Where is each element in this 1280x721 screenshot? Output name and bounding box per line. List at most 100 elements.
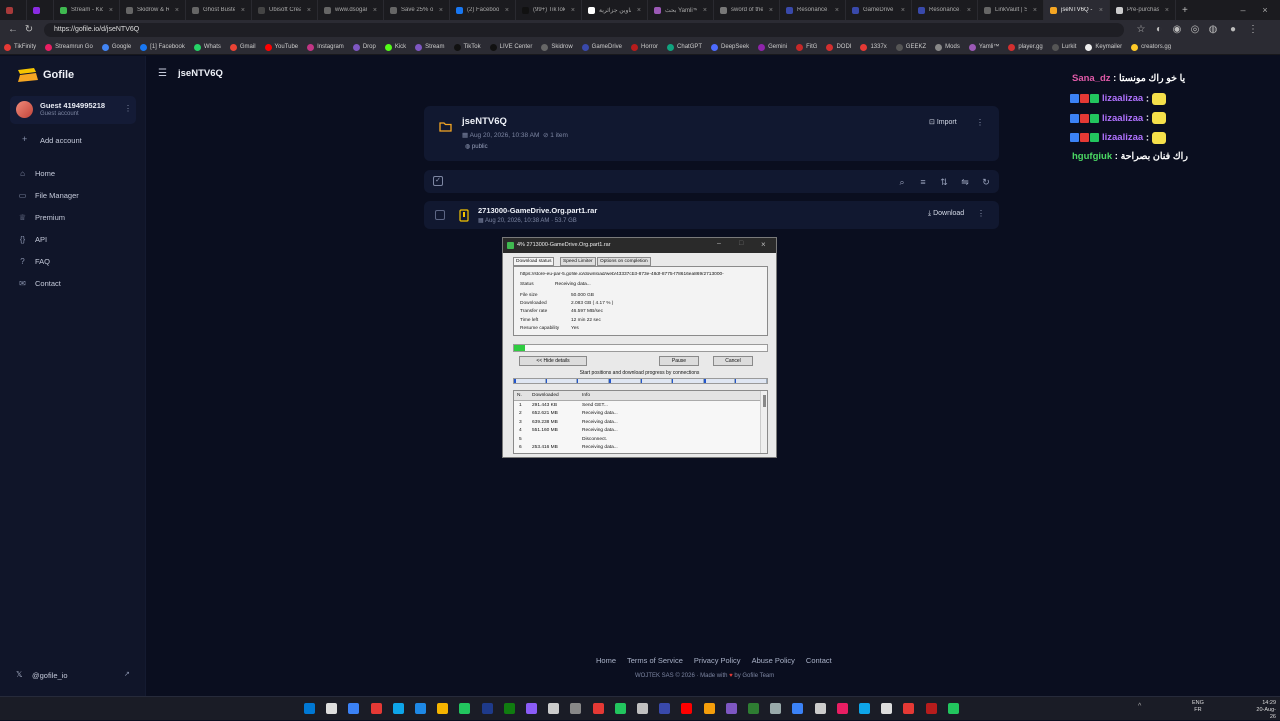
extension-icon[interactable]: ◎ (1188, 23, 1202, 37)
dialog-maximize-icon[interactable]: □ (739, 240, 743, 247)
tab-close-icon[interactable]: × (901, 7, 905, 14)
table-row[interactable]: 3 639.238 MB Receiving data... (514, 419, 760, 427)
close-window-icon[interactable]: × (1254, 0, 1276, 20)
search-icon[interactable] (326, 703, 338, 714)
browser-tab[interactable]: GameDrive - × (846, 0, 912, 20)
table-row[interactable]: 6 253.416 MB Receiving data... (514, 444, 760, 452)
back-icon[interactable]: ← (6, 23, 20, 37)
browser-tab[interactable]: Skidrow & Re × (120, 0, 186, 20)
dialog-close-icon[interactable]: × (761, 240, 766, 249)
bookmark-item[interactable]: Gemini (758, 43, 787, 51)
brave-icon[interactable] (370, 703, 382, 714)
app-icon[interactable] (859, 703, 870, 714)
app-icon[interactable] (903, 703, 915, 714)
xbox-icon[interactable] (503, 703, 515, 714)
browser-tab[interactable]: (2) Facebook × (450, 0, 516, 20)
tab-close-icon[interactable]: × (1099, 7, 1103, 14)
file-more-icon[interactable]: ⋮ (977, 209, 985, 218)
bookmark-item[interactable]: DeepSeek (711, 43, 749, 51)
browser-tab[interactable]: Resonance A × (912, 0, 978, 20)
bookmark-item[interactable]: Drop (352, 43, 376, 51)
bookmark-star-icon[interactable]: ☆ (1134, 23, 1148, 37)
sidebar-item-api[interactable]: {} API (18, 235, 47, 244)
file-select-checkbox[interactable] (435, 210, 445, 220)
tab-close-icon[interactable]: × (967, 7, 971, 14)
footer-link[interactable]: Home (596, 656, 616, 665)
browser-tab[interactable] (27, 0, 54, 20)
app-icon[interactable] (792, 703, 804, 714)
browser-tab[interactable]: عناوين جزائرية × (582, 0, 648, 20)
tab-close-icon[interactable]: × (637, 7, 641, 14)
tab-close-icon[interactable]: × (439, 7, 443, 14)
tab-close-icon[interactable]: × (373, 7, 377, 14)
table-row[interactable]: 5 Disconnect. (514, 436, 760, 444)
browser-tab[interactable]: jseNTV6Q - G × (1044, 0, 1110, 20)
bookmark-item[interactable]: Streamrun Go (45, 43, 93, 51)
bookmark-item[interactable]: TikTok (453, 43, 481, 51)
sidebar-item-premium[interactable]: ♕ Premium (18, 213, 65, 222)
footer-link[interactable]: Privacy Policy (694, 656, 741, 665)
bookmark-item[interactable]: TikFinity (4, 43, 36, 51)
app-icon[interactable] (725, 703, 737, 714)
tab-close-icon[interactable]: × (769, 7, 773, 14)
xbox-icon[interactable] (459, 703, 471, 714)
tab-close-icon[interactable]: × (175, 7, 179, 14)
dialog-title-bar[interactable]: 4% 2713000-GameDrive.Org.part1.rar (503, 238, 776, 253)
browser-tab[interactable]: Stream - Kick × (54, 0, 120, 20)
browser-tab[interactable] (0, 0, 27, 20)
bookmark-item[interactable]: Kick (384, 43, 406, 51)
sidebar-item-file-manager[interactable]: ▭ File Manager (18, 191, 79, 200)
footer-link[interactable]: Abuse Policy (752, 656, 795, 665)
sort-icon[interactable]: ⇅ (938, 176, 950, 188)
bookmark-item[interactable]: Instagram (307, 43, 344, 51)
cancel-button[interactable]: Cancel (713, 356, 753, 366)
bookmark-item[interactable]: Yamli™ (968, 43, 999, 51)
file-explorer-icon[interactable] (437, 703, 449, 714)
folder-more-icon[interactable]: ⋮ (976, 118, 984, 127)
browser-tab[interactable]: LinkVault | Se × (978, 0, 1044, 20)
app-icon[interactable] (614, 703, 626, 714)
sidebar-item-contact[interactable]: ✉ Contact (18, 279, 61, 288)
bookmark-item[interactable]: ChatGPT (667, 43, 702, 51)
minimize-icon[interactable]: – (1232, 0, 1254, 20)
app-icon[interactable] (592, 703, 604, 714)
bookmark-item[interactable]: GameDrive (581, 43, 622, 51)
tab-close-icon[interactable]: × (571, 7, 575, 14)
browser-tab[interactable]: www.dsogam × (318, 0, 384, 20)
social-link[interactable]: @gofile_io (32, 671, 68, 680)
filter-icon[interactable]: ≡ (917, 176, 929, 188)
scrollbar-thumb[interactable] (763, 395, 766, 407)
hide-details-button[interactable]: << Hide details (519, 356, 587, 366)
tab-close-icon[interactable]: × (109, 7, 113, 14)
download-manager-icon[interactable] (947, 703, 959, 714)
tab-speed-limiter[interactable]: Speed Limiter (560, 257, 596, 266)
windows-start-icon[interactable] (304, 703, 315, 714)
profile-icon[interactable]: ● (1226, 23, 1240, 37)
tab-close-icon[interactable]: × (505, 7, 509, 14)
tab-options-on-completion[interactable]: Options on completion (597, 257, 651, 266)
browser-tab[interactable]: Save 25% on × (384, 0, 450, 20)
account-card[interactable]: Guest 4194995218 Guest account ⋮ (10, 96, 136, 124)
language-indicator[interactable]: ENG FR (1192, 700, 1204, 714)
extension-icon[interactable]: ◉ (1170, 23, 1184, 37)
extension-icon[interactable]: ◍ (1206, 23, 1220, 37)
app-icon[interactable] (637, 703, 648, 714)
bookmark-item[interactable]: Stream (415, 43, 445, 51)
settings-sliders-icon[interactable]: ⇋ (959, 176, 971, 188)
bookmark-item[interactable]: Gmail (229, 43, 256, 51)
bookmark-item[interactable]: GEEKZ (895, 43, 926, 51)
table-scrollbar[interactable] (760, 391, 767, 453)
browser-tab[interactable]: Ghost Buster × (186, 0, 252, 20)
refresh-icon[interactable]: ↻ (980, 176, 992, 188)
brand-name[interactable]: Gofile (43, 69, 74, 81)
url-input[interactable]: https://gofile.io/d/jseNTV6Q (44, 23, 1124, 37)
edge-icon[interactable] (392, 703, 404, 714)
add-account-link[interactable]: Add account (40, 136, 82, 145)
file-row[interactable]: 2713000-GameDrive.Org.part1.rar ▦ Aug 20… (424, 201, 999, 229)
browser-tab[interactable]: Resonance A × (780, 0, 846, 20)
gofile-logo-icon[interactable] (16, 68, 38, 82)
sidebar-item-home[interactable]: ⌂ Home (18, 169, 55, 178)
bookmark-item[interactable]: Mods (935, 43, 960, 51)
bookmark-item[interactable]: Skidrow (541, 43, 573, 51)
tab-download-status[interactable]: Download status (513, 257, 555, 266)
